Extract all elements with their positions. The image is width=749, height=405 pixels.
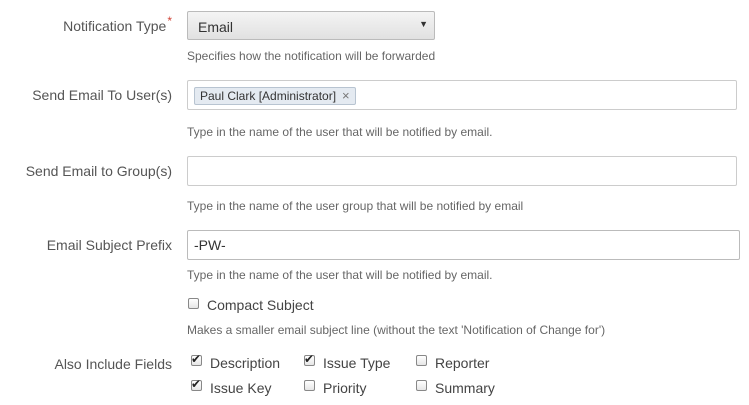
send-to-users-input[interactable]: Paul Clark [Administrator] × bbox=[187, 80, 737, 110]
subject-prefix-field bbox=[187, 230, 740, 260]
remove-user-icon[interactable]: × bbox=[342, 88, 350, 103]
user-chip-label: Paul Clark [Administrator] bbox=[200, 89, 337, 103]
compact-subject-help: Makes a smaller email subject line (with… bbox=[187, 323, 606, 337]
field-checkbox-issue-type[interactable]: ✔ bbox=[304, 352, 315, 366]
field-label-issue-key[interactable]: Issue Key bbox=[210, 380, 271, 396]
subject-prefix-label: Email Subject Prefix bbox=[46, 237, 172, 253]
notification-type-label: Notification Type* bbox=[63, 14, 172, 34]
send-to-groups-help: Type in the name of the user group that … bbox=[187, 199, 524, 213]
field-label-reporter[interactable]: Reporter bbox=[435, 355, 489, 371]
send-to-users-label: Send Email To User(s) bbox=[32, 87, 172, 103]
send-to-groups-field bbox=[187, 156, 737, 186]
subject-prefix-input[interactable] bbox=[194, 237, 714, 253]
notification-type-select[interactable]: Email ▼ bbox=[187, 11, 435, 40]
include-fields-label: Also Include Fields bbox=[54, 356, 172, 372]
field-checkbox-summary[interactable] bbox=[416, 380, 427, 391]
field-label-description[interactable]: Description bbox=[210, 355, 280, 371]
field-label-priority[interactable]: Priority bbox=[323, 380, 367, 396]
required-marker: * bbox=[167, 14, 172, 28]
check-icon: ✔ bbox=[304, 352, 315, 366]
send-to-groups-input[interactable] bbox=[194, 163, 714, 179]
field-label-issue-type[interactable]: Issue Type bbox=[323, 355, 390, 371]
field-checkbox-reporter[interactable] bbox=[416, 355, 427, 366]
check-icon: ✔ bbox=[191, 377, 202, 391]
user-chip: Paul Clark [Administrator] × bbox=[194, 87, 356, 105]
field-checkbox-priority[interactable] bbox=[304, 380, 315, 391]
subject-prefix-help: Type in the name of the user that will b… bbox=[187, 268, 493, 282]
notification-settings-form: Notification Type* Email ▼ Specifies how… bbox=[0, 0, 749, 405]
chevron-down-icon: ▼ bbox=[419, 19, 428, 29]
notification-type-help: Specifies how the notification will be f… bbox=[187, 49, 436, 63]
send-to-users-help: Type in the name of the user that will b… bbox=[187, 125, 493, 139]
field-checkbox-issue-key[interactable]: ✔ bbox=[191, 377, 202, 391]
check-icon: ✔ bbox=[191, 352, 202, 366]
send-to-groups-label: Send Email to Group(s) bbox=[25, 163, 172, 179]
field-label-summary[interactable]: Summary bbox=[435, 380, 495, 396]
field-checkbox-description[interactable]: ✔ bbox=[191, 352, 202, 366]
compact-subject-label[interactable]: Compact Subject bbox=[207, 297, 314, 313]
compact-subject-checkbox[interactable] bbox=[188, 298, 199, 309]
notification-type-selected-value: Email bbox=[198, 19, 234, 35]
